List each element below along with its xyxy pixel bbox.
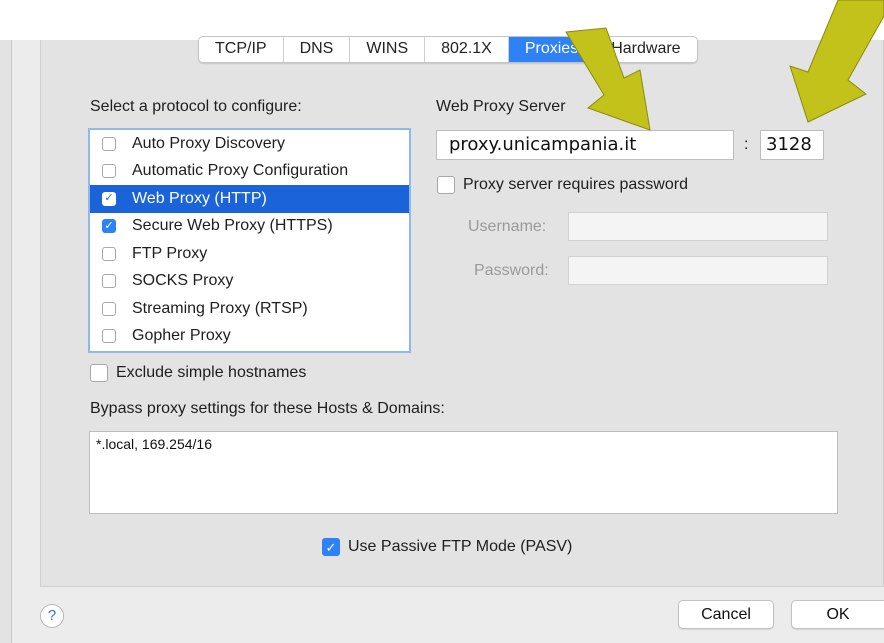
password-label: Password:: [474, 262, 549, 279]
passive-ftp-checkbox[interactable]: ✓: [322, 538, 340, 556]
protocol-item-streaming-proxy[interactable]: Streaming Proxy (RTSP): [90, 295, 409, 323]
protocol-item-label: Streaming Proxy (RTSP): [132, 299, 308, 317]
exclude-simple-checkbox[interactable]: [90, 364, 108, 382]
protocol-item-socks-proxy[interactable]: SOCKS Proxy: [90, 268, 409, 296]
protocol-item-web-proxy[interactable]: ✓ Web Proxy (HTTP): [90, 185, 409, 213]
checkbox[interactable]: [102, 274, 116, 289]
username-field[interactable]: [568, 212, 828, 241]
checkbox[interactable]: [102, 164, 116, 179]
protocol-item-auto-discovery[interactable]: Auto Proxy Discovery: [90, 130, 409, 158]
protocol-item-auto-configuration[interactable]: Automatic Proxy Configuration: [90, 158, 409, 186]
web-proxy-server-heading: Web Proxy Server: [436, 98, 566, 115]
tab-proxies[interactable]: Proxies: [508, 37, 596, 62]
protocol-list-heading: Select a protocol to configure:: [90, 98, 302, 115]
protocol-item-label: Auto Proxy Discovery: [132, 134, 285, 152]
tab-wins[interactable]: WINS: [350, 37, 426, 62]
checkbox[interactable]: ✓: [102, 219, 116, 234]
protocol-item-label: Web Proxy (HTTP): [132, 189, 267, 207]
requires-password-checkbox[interactable]: [437, 176, 455, 194]
tab-8021x[interactable]: 802.1X: [425, 37, 509, 62]
protocol-item-gopher-proxy[interactable]: Gopher Proxy: [90, 323, 409, 351]
bypass-hosts-textarea[interactable]: *.local, 169.254/16: [89, 431, 838, 514]
passive-ftp-row[interactable]: ✓ Use Passive FTP Mode (PASV): [322, 538, 572, 556]
checkmark-icon: ✓: [104, 219, 114, 232]
ok-button[interactable]: OK: [791, 600, 884, 629]
protocol-item-label: FTP Proxy: [132, 244, 208, 262]
protocol-list[interactable]: Auto Proxy Discovery Automatic Proxy Con…: [88, 128, 411, 353]
help-button[interactable]: ?: [40, 604, 64, 628]
exclude-simple-label: Exclude simple hostnames: [116, 364, 307, 381]
window-top-strip: [0, 0, 884, 40]
tab-bar: TCP/IP DNS WINS 802.1X Proxies Hardware: [198, 36, 698, 63]
checkbox[interactable]: [102, 136, 116, 151]
proxy-port-field[interactable]: 3128: [760, 130, 824, 160]
requires-password-row[interactable]: Proxy server requires password: [437, 176, 688, 194]
protocol-item-secure-web-proxy[interactable]: ✓ Secure Web Proxy (HTTPS): [90, 213, 409, 241]
protocol-item-label: Gopher Proxy: [132, 327, 231, 345]
cancel-button[interactable]: Cancel: [678, 600, 774, 629]
window-left-edge: [0, 40, 12, 643]
tab-dns[interactable]: DNS: [283, 37, 351, 62]
host-port-separator: :: [744, 136, 749, 153]
password-field[interactable]: [568, 256, 828, 285]
proxy-host-field[interactable]: proxy.unicampania.it: [436, 130, 734, 160]
requires-password-label: Proxy server requires password: [463, 176, 688, 193]
checkmark-icon: ✓: [325, 539, 337, 555]
checkbox[interactable]: [102, 301, 116, 316]
question-mark-icon: ?: [47, 607, 57, 624]
bypass-label: Bypass proxy settings for these Hosts & …: [90, 400, 445, 417]
tab-tcpip[interactable]: TCP/IP: [199, 37, 284, 62]
protocol-item-label: Automatic Proxy Configuration: [132, 162, 349, 180]
checkbox[interactable]: ✓: [102, 191, 116, 206]
exclude-simple-row[interactable]: Exclude simple hostnames: [90, 364, 306, 382]
tab-hardware[interactable]: Hardware: [595, 37, 697, 62]
protocol-item-label: SOCKS Proxy: [132, 272, 234, 290]
protocol-item-label: Secure Web Proxy (HTTPS): [132, 217, 333, 235]
checkmark-icon: ✓: [104, 192, 114, 205]
protocol-item-ftp-proxy[interactable]: FTP Proxy: [90, 240, 409, 268]
passive-ftp-label: Use Passive FTP Mode (PASV): [348, 538, 573, 555]
username-label: Username:: [468, 218, 547, 235]
checkbox[interactable]: [102, 329, 116, 344]
checkbox[interactable]: [102, 246, 116, 261]
